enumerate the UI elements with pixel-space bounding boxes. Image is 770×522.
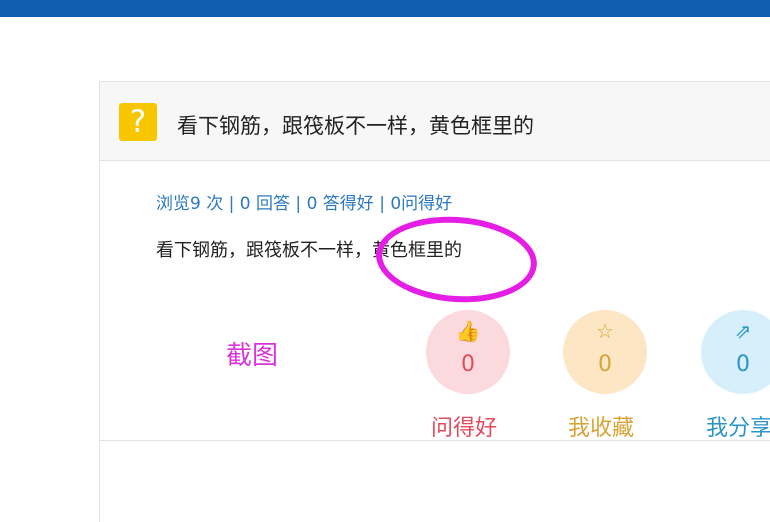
views-count: 浏览9 次 xyxy=(156,194,224,214)
stats-separator: | xyxy=(379,194,385,214)
favorite-label[interactable]: 我收藏 xyxy=(568,410,634,442)
stats-separator: | xyxy=(295,194,302,214)
question-icon: ? xyxy=(119,103,157,141)
favorite-count: 0 xyxy=(598,352,612,377)
like-button[interactable]: 👍 0 xyxy=(426,310,510,394)
share-icon: ⇗ xyxy=(734,319,752,343)
question-title: 看下钢筋，跟筏板不一样，黄色框里的 xyxy=(177,114,534,138)
answers-count[interactable]: 0 回答 xyxy=(240,194,290,214)
share-label[interactable]: 我分享 xyxy=(706,410,770,442)
top-navigation-bar xyxy=(0,0,770,17)
question-header: ? 看下钢筋，跟筏板不一样，黄色框里的 xyxy=(100,82,770,161)
star-icon: ☆ xyxy=(596,319,614,343)
question-card: ? 看下钢筋，跟筏板不一样，黄色框里的 浏览9 次 | 0 回答 | 0 答得好… xyxy=(99,81,770,522)
divider xyxy=(100,440,770,441)
question-stats: 浏览9 次 | 0 回答 | 0 答得好 | 0问得好 xyxy=(156,189,452,214)
annotation-ellipse xyxy=(373,211,540,308)
share-count: 0 xyxy=(736,352,750,377)
stats-separator: | xyxy=(228,194,235,214)
annotation-label: 截图 xyxy=(226,341,279,371)
favorite-button[interactable]: ☆ 0 xyxy=(563,310,647,394)
like-label[interactable]: 问得好 xyxy=(431,410,497,442)
good-answers-count[interactable]: 0 答得好 xyxy=(307,194,374,214)
share-button[interactable]: ⇗ 0 xyxy=(701,310,770,394)
thumbs-up-icon: 👍 xyxy=(455,319,481,343)
good-questions-count[interactable]: 0问得好 xyxy=(390,194,452,214)
like-count: 0 xyxy=(461,352,475,377)
